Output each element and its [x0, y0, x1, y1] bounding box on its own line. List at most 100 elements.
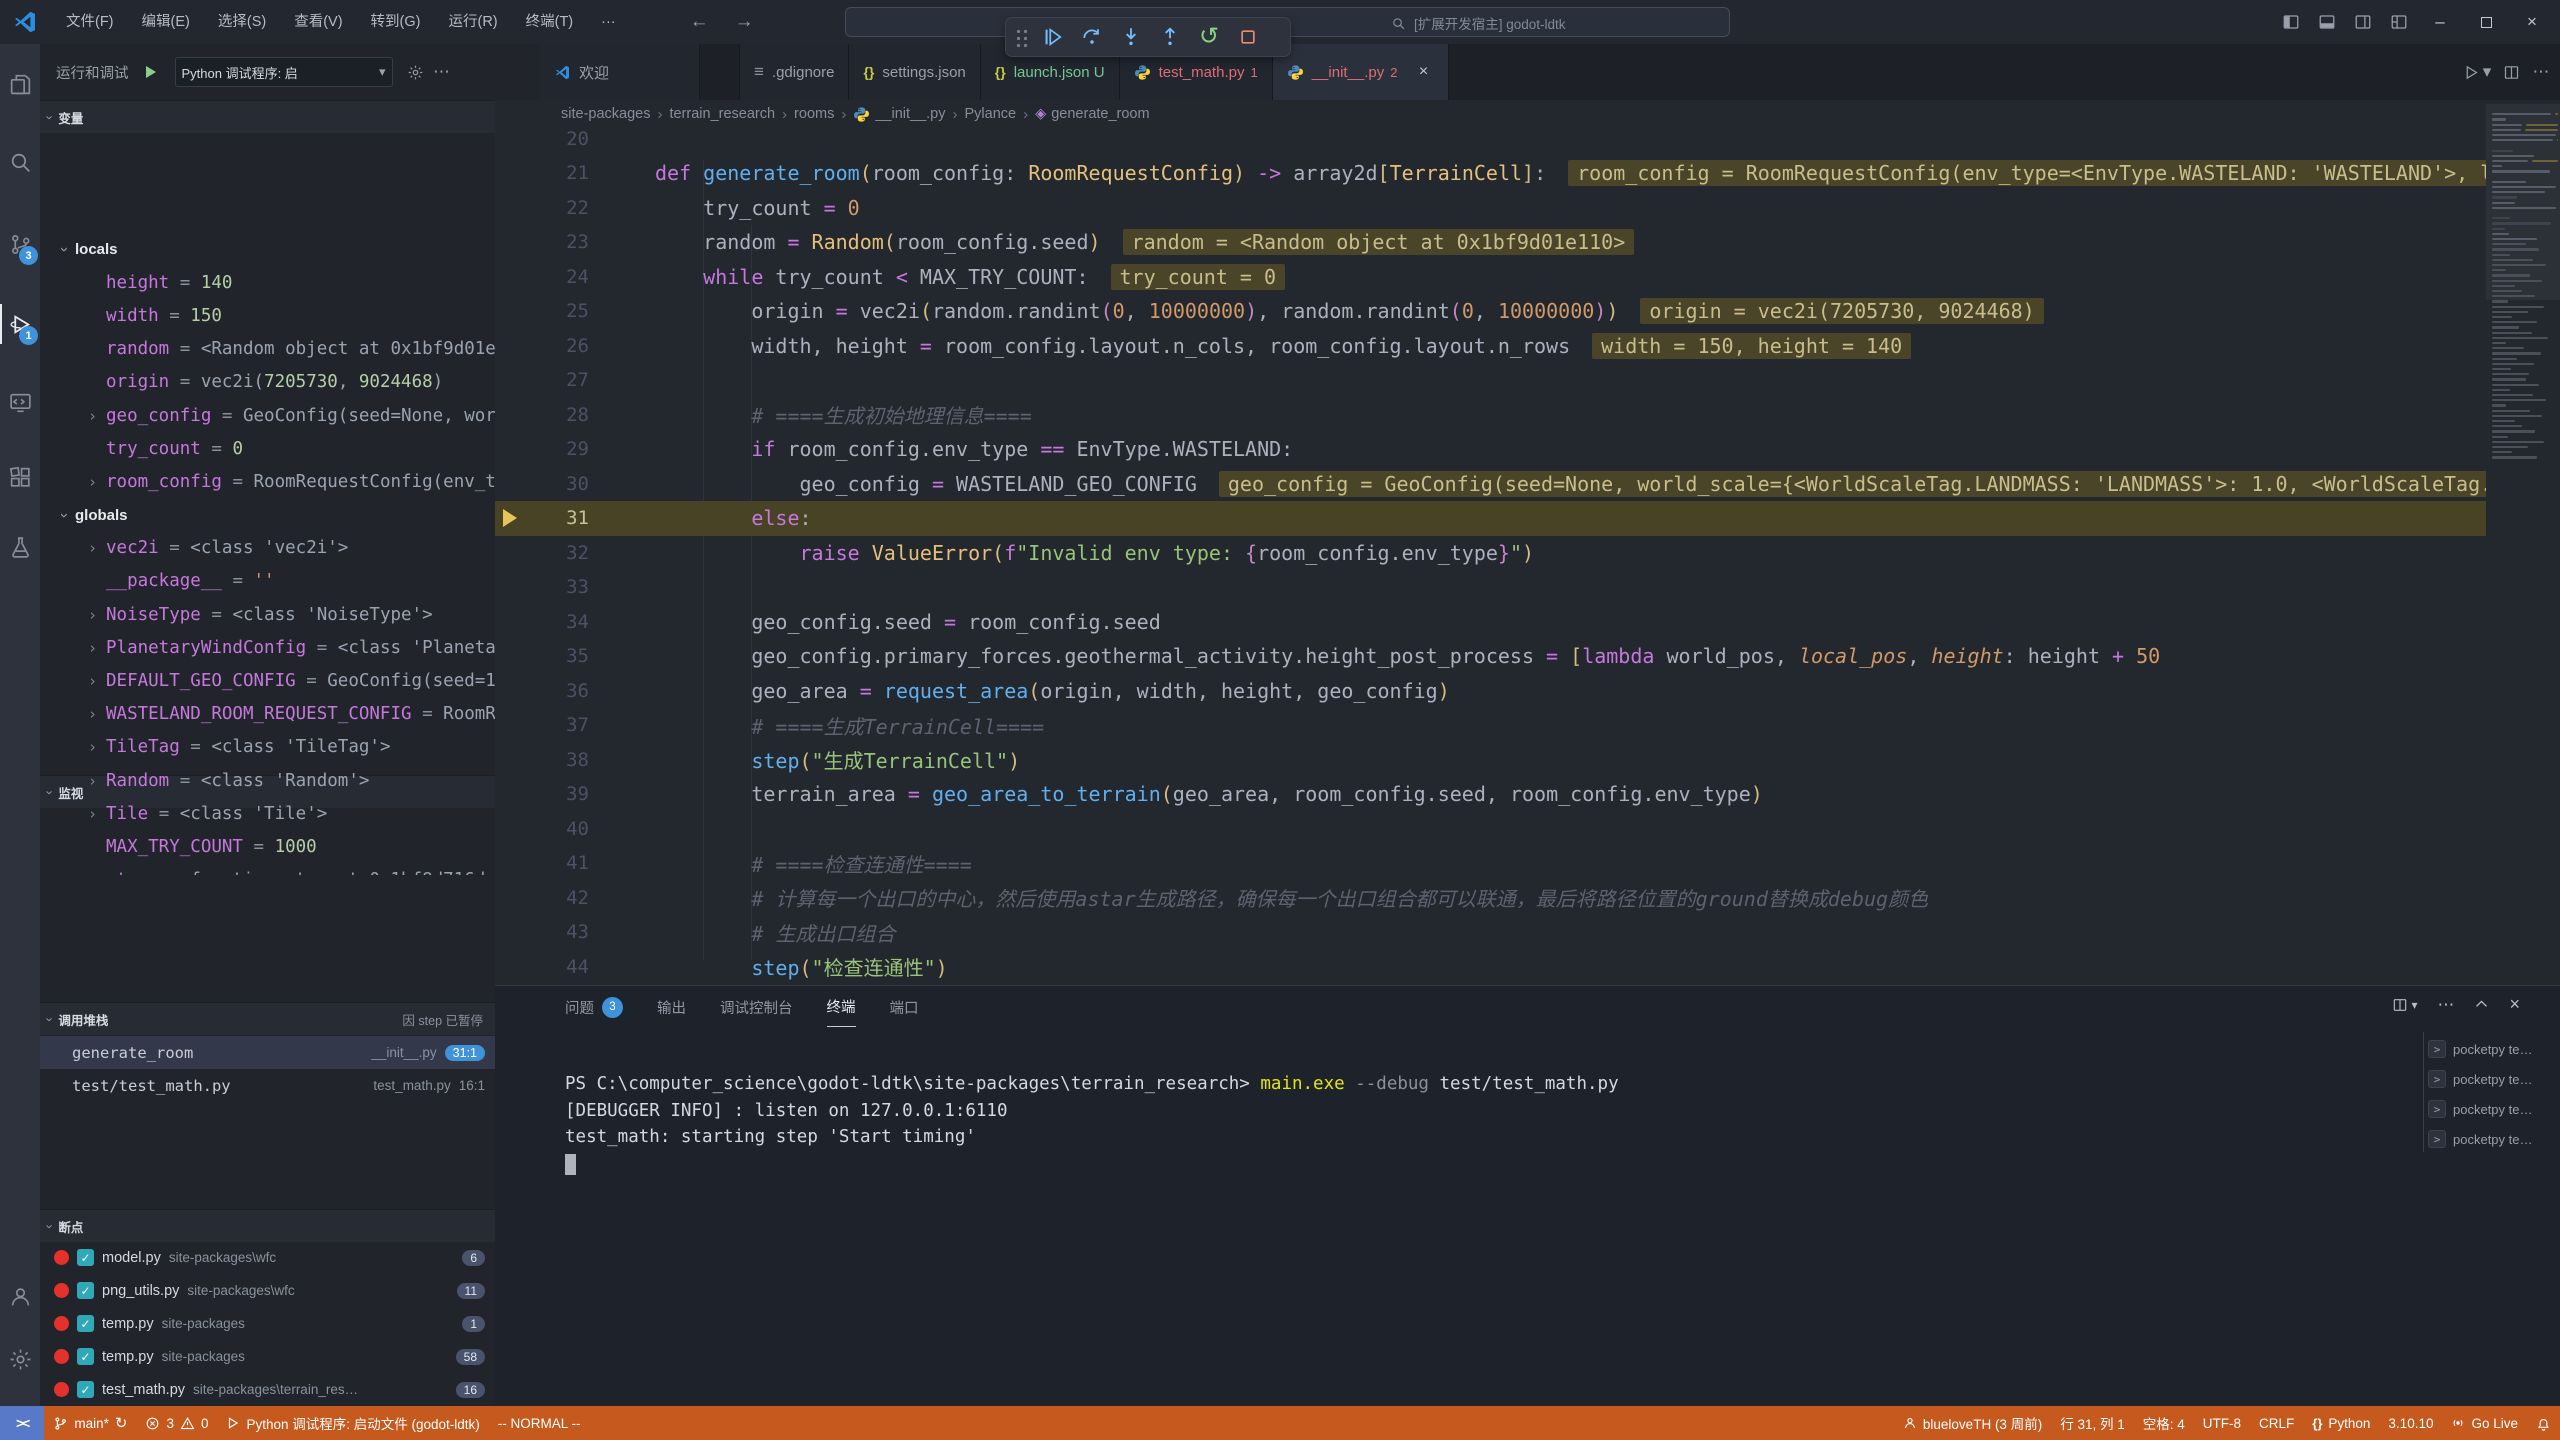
variable-geo_config[interactable]: › geo_config = GeoConfig(seed=None, wor…: [40, 399, 495, 432]
breakpoint-test_math.py-16[interactable]: ✓test_math.pysite-packages\terrain_res…1…: [40, 1373, 495, 1406]
code-line-43[interactable]: 43 # 生成出口组合: [495, 915, 2560, 950]
line-number[interactable]: 43: [495, 921, 615, 943]
panel-more-actions-icon[interactable]: ⋯: [2437, 995, 2454, 1015]
customize-layout-icon[interactable]: [2384, 8, 2414, 36]
variable-WASTELAND_ROOM_REQUEST_CONFIG[interactable]: › WASTELAND_ROOM_REQUEST_CONFIG = RoomR…: [40, 698, 495, 731]
cursor-position[interactable]: 行 31, 列 1: [2051, 1406, 2134, 1440]
breadcrumb-item-rooms[interactable]: rooms: [794, 106, 834, 122]
activity-extensions-icon[interactable]: [0, 455, 40, 499]
terminal-output[interactable]: PS C:\computer_science\godot-ldtk\site-p…: [565, 1074, 2420, 1180]
debug-restart-button[interactable]: ↺: [1193, 22, 1225, 52]
line-number[interactable]: 35: [495, 645, 615, 667]
line-number[interactable]: 37: [495, 714, 615, 736]
stack-frame-test/test_math.py[interactable]: test/test_math.pytest_math.py16:1: [40, 1069, 495, 1102]
variable-DEFAULT_GEO_CONFIG[interactable]: › DEFAULT_GEO_CONFIG = GeoConfig(seed=1…: [40, 664, 495, 697]
notifications-bell[interactable]: [2527, 1406, 2560, 1440]
tab-.gdignore[interactable]: ≡.gdignore: [740, 44, 849, 100]
section-breakpoints[interactable]: ›断点: [40, 1209, 495, 1242]
menu-转到(G)[interactable]: 转到(G): [357, 7, 435, 37]
git-branch[interactable]: main*↻: [44, 1406, 136, 1440]
debug-start-button[interactable]: [137, 59, 163, 85]
terminal-cursor-line[interactable]: [565, 1154, 2420, 1181]
breakpoint-temp.py-58[interactable]: ✓temp.pysite-packages58: [40, 1340, 495, 1373]
toggle-sidebar-icon[interactable]: [2276, 8, 2306, 36]
panel-tab-终端[interactable]: 终端: [827, 996, 856, 1027]
line-number[interactable]: 41: [495, 852, 615, 874]
section-call-stack[interactable]: ›调用堆栈因 step 已暂停: [40, 1002, 495, 1035]
variable-width[interactable]: width = 150: [40, 299, 495, 332]
terminal-list-item-1[interactable]: >pocketpy te…: [2428, 1064, 2556, 1094]
variable-origin[interactable]: origin = vec2i(7205730, 9024468): [40, 366, 495, 399]
code-line-31[interactable]: 31 else:: [495, 501, 2560, 536]
activity-account-icon[interactable]: [0, 1274, 40, 1318]
menu-查看(V)[interactable]: 查看(V): [280, 7, 356, 37]
code-line-44[interactable]: 44 step("检查连通性"): [495, 950, 2560, 985]
debug-config-select[interactable]: Python 调试程序: 启▾: [175, 57, 393, 87]
code-line-34[interactable]: 34 geo_config.seed = room_config.seed: [495, 605, 2560, 640]
nav-back-button[interactable]: ←: [690, 11, 709, 33]
terminal-list-item-2[interactable]: >pocketpy te…: [2428, 1094, 2556, 1124]
variable-PlanetaryWindConfig[interactable]: › PlanetaryWindConfig = <class 'Planeta…: [40, 631, 495, 664]
variable-random[interactable]: random = <Random object at 0x1bf9d01e…: [40, 333, 495, 366]
breadcrumb-item-terrain_research[interactable]: terrain_research: [669, 106, 775, 122]
menu-编辑(E)[interactable]: 编辑(E): [128, 7, 204, 37]
code-line-36[interactable]: 36 geo_area = request_area(origin, width…: [495, 674, 2560, 709]
window-maximize-button[interactable]: [2466, 0, 2506, 44]
tab-close-icon[interactable]: ×: [1414, 62, 1434, 82]
remote-indicator[interactable]: ><: [0, 1406, 44, 1440]
tab-welcome[interactable]: 欢迎: [540, 44, 700, 100]
nav-forward-button[interactable]: →: [735, 11, 754, 33]
panel-close-icon[interactable]: ×: [2509, 994, 2520, 1015]
python-version[interactable]: 3.10.10: [2379, 1406, 2442, 1440]
terminal-list-item-0[interactable]: >pocketpy te…: [2428, 1034, 2556, 1064]
debug-step-over-button[interactable]: [1076, 22, 1108, 52]
code-line-22[interactable]: 22 try_count = 0: [495, 191, 2560, 226]
split-editor-icon[interactable]: [2498, 59, 2524, 85]
panel-tab-端口[interactable]: 端口: [890, 996, 919, 1027]
code-line-38[interactable]: 38 step("生成TerrainCell"): [495, 743, 2560, 778]
panel-tab-输出[interactable]: 输出: [657, 996, 686, 1027]
terminal-split-icon[interactable]: ▾: [2392, 997, 2417, 1013]
code-line-24[interactable]: 24 while try_count < MAX_TRY_COUNT:try_c…: [495, 260, 2560, 295]
variable-TileTag[interactable]: › TileTag = <class 'TileTag'>: [40, 731, 495, 764]
breakpoint-temp.py-1[interactable]: ✓temp.pysite-packages1: [40, 1307, 495, 1340]
line-number[interactable]: 23: [495, 231, 615, 253]
breakpoint-png_utils.py-11[interactable]: ✓png_utils.pysite-packages\wfc11: [40, 1274, 495, 1307]
indentation[interactable]: 空格: 4: [2134, 1406, 2194, 1440]
code-line-23[interactable]: 23 random = Random(room_config.seed)rand…: [495, 225, 2560, 260]
menu-文件(F)[interactable]: 文件(F): [52, 7, 128, 37]
stack-frame-generate_room[interactable]: generate_room__init__.py31:1: [40, 1036, 495, 1069]
line-number[interactable]: 34: [495, 611, 615, 633]
activity-search-icon[interactable]: [0, 140, 40, 184]
breadcrumb-item-generate_room[interactable]: ◈ generate_room: [1035, 106, 1150, 122]
toolbar-drag-handle[interactable]: [1014, 26, 1028, 48]
code-line-37[interactable]: 37 # ====生成TerrainCell====: [495, 708, 2560, 743]
line-number[interactable]: 38: [495, 749, 615, 771]
debug-more-actions-icon[interactable]: ⋯: [429, 59, 455, 85]
debug-step-out-button[interactable]: [1154, 22, 1186, 52]
toggle-secondary-sidebar-icon[interactable]: [2348, 8, 2378, 36]
editor-more-actions-icon[interactable]: ⋯: [2528, 59, 2554, 85]
debug-status[interactable]: Python 调试程序: 启动文件 (godot-ldtk): [217, 1406, 488, 1440]
panel-maximize-icon[interactable]: [2474, 997, 2489, 1012]
line-number[interactable]: 28: [495, 404, 615, 426]
debug-stop-button[interactable]: [1232, 22, 1264, 52]
line-number[interactable]: 29: [495, 438, 615, 460]
variable-try_count[interactable]: try_count = 0: [40, 432, 495, 465]
code-line-28[interactable]: 28 # ====生成初始地理信息====: [495, 398, 2560, 433]
code-line-21[interactable]: 21def generate_room(room_config: RoomReq…: [495, 156, 2560, 191]
code-line-40[interactable]: 40: [495, 812, 2560, 847]
line-number[interactable]: 40: [495, 818, 615, 840]
eol[interactable]: CRLF: [2250, 1406, 2303, 1440]
line-number[interactable]: 25: [495, 300, 615, 322]
panel-tab-调试控制台[interactable]: 调试控制台: [720, 996, 793, 1027]
line-number[interactable]: 33: [495, 576, 615, 598]
line-number[interactable]: 21: [495, 162, 615, 184]
line-number[interactable]: 27: [495, 369, 615, 391]
code-line-32[interactable]: 32 raise ValueError(f"Invalid env type: …: [495, 536, 2560, 571]
line-number[interactable]: 44: [495, 956, 615, 978]
variable-stop[interactable]: stop = <function stop at 0x1bf8d716d…: [40, 864, 495, 875]
panel-tab-问题[interactable]: 问题3: [565, 996, 623, 1027]
line-number[interactable]: 20: [495, 128, 615, 150]
go-live[interactable]: Go Live: [2442, 1406, 2527, 1440]
